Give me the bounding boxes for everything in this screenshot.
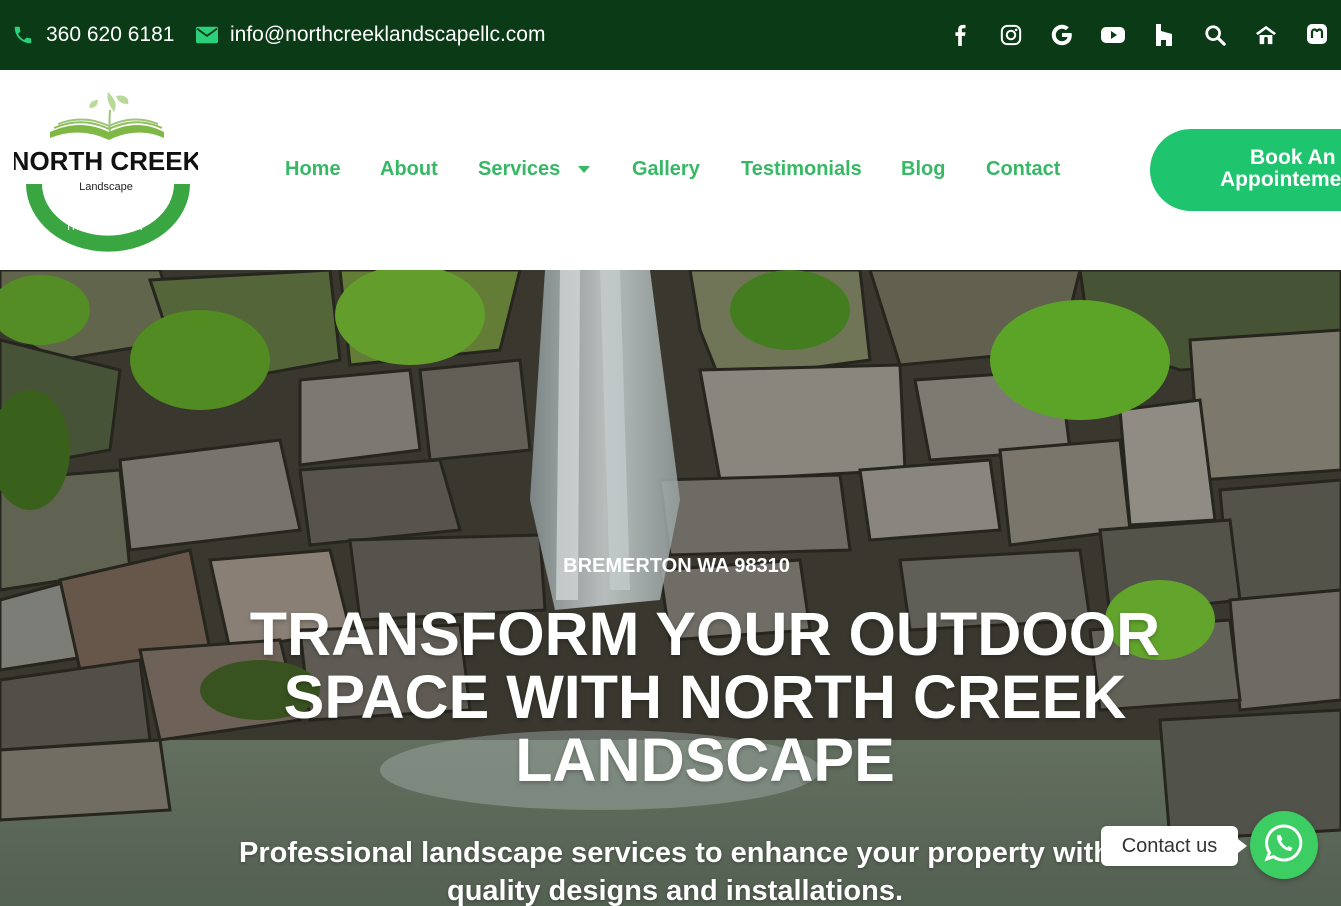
contact-us-label: Contact us bbox=[1121, 834, 1218, 857]
phone-number: 360 620 6181 bbox=[46, 23, 175, 46]
social-links bbox=[945, 0, 1332, 70]
mastodon-icon[interactable] bbox=[1302, 20, 1332, 50]
search-icon[interactable] bbox=[1200, 20, 1230, 50]
nav-item-blog[interactable]: Blog bbox=[901, 158, 945, 181]
google-icon[interactable] bbox=[1047, 20, 1077, 50]
book-button-line1: Book An bbox=[1250, 146, 1336, 169]
nav-item-services-label: Services bbox=[478, 158, 561, 180]
whatsapp-icon bbox=[1263, 822, 1305, 869]
top-bar: 360 620 6181 info@northcreeklandscapellc… bbox=[0, 0, 1341, 70]
phone-icon bbox=[12, 24, 34, 46]
email-address: info@northcreeklandscapellc.com bbox=[230, 23, 546, 46]
main-nav: Home About Services Gallery Testimonials… bbox=[0, 70, 1341, 270]
hero-section: BREMERTON WA 98310 TRANSFORM YOUR OUTDOO… bbox=[0, 270, 1341, 906]
email-link[interactable]: info@northcreeklandscapellc.com bbox=[196, 0, 545, 70]
hero-location: BREMERTON WA 98310 bbox=[563, 555, 790, 577]
site-header: NORTH CREEK Landscape IRRIGATION Home Ab… bbox=[0, 70, 1341, 270]
contact-us-bubble[interactable]: Contact us bbox=[1101, 826, 1247, 866]
hero-overlay bbox=[0, 270, 1341, 906]
instagram-icon[interactable] bbox=[996, 20, 1026, 50]
nav-item-gallery[interactable]: Gallery bbox=[632, 158, 700, 181]
hero-subheadline: Professional landscape services to enhan… bbox=[239, 837, 1111, 906]
houzz-icon[interactable] bbox=[1149, 20, 1179, 50]
nav-item-about[interactable]: About bbox=[380, 158, 438, 181]
envelope-icon bbox=[196, 26, 218, 44]
facebook-icon[interactable] bbox=[945, 20, 975, 50]
book-button-line2: Appointeme bbox=[1220, 168, 1341, 191]
nav-item-contact[interactable]: Contact bbox=[986, 158, 1060, 181]
nav-item-home[interactable]: Home bbox=[285, 158, 341, 181]
nav-item-testimonials[interactable]: Testimonials bbox=[741, 158, 862, 181]
phone-link[interactable]: 360 620 6181 bbox=[12, 0, 174, 70]
nextdoor-icon[interactable] bbox=[1251, 20, 1281, 50]
youtube-icon[interactable] bbox=[1098, 20, 1128, 50]
book-appointment-button[interactable]: Book An Appointeme bbox=[1150, 129, 1341, 211]
whatsapp-button[interactable] bbox=[1250, 811, 1318, 879]
nav-item-services[interactable]: Services bbox=[478, 158, 591, 181]
chevron-down-icon bbox=[578, 166, 591, 174]
hero-headline: TRANSFORM YOUR OUTDOOR SPACE WITH NORTH … bbox=[249, 600, 1161, 794]
